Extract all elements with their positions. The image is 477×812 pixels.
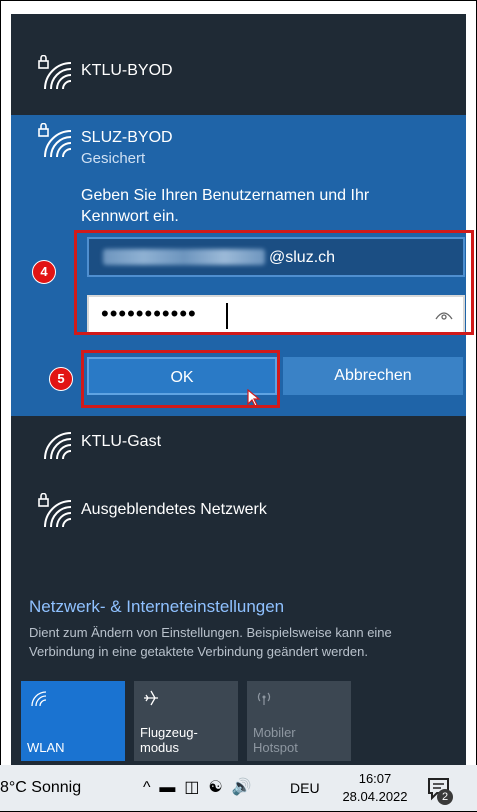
credentials-prompt: Geben Sie Ihren Benutzernamen und Ihr Ke…	[81, 187, 370, 225]
annotation-badge: 5	[49, 367, 73, 391]
hotspot-icon	[257, 692, 271, 705]
devices-icon[interactable]: ◫	[184, 779, 199, 796]
taskbar: 8°C Sonnig ^ ▬ ◫ ☯ 🔊 DEU 16:07 28.04.202…	[0, 765, 477, 811]
system-tray: ^ ▬ ◫ ☯ 🔊	[143, 777, 251, 797]
clock-date: 28.04.2022	[342, 789, 408, 804]
weather-widget[interactable]: 8°C Sonnig	[0, 779, 81, 797]
network-settings-description: Dient zum Ändern von Einstellungen. Beis…	[29, 625, 392, 659]
network-name: KTLU-Gast	[81, 433, 162, 450]
mobile-hotspot-toggle[interactable]: Mobiler Hotspot	[247, 681, 351, 761]
tile-label: Flugzeug- modus	[140, 725, 198, 755]
battery-icon[interactable]: ▬	[159, 779, 175, 796]
tile-label-line2: modus	[140, 740, 180, 755]
network-status: Gesichert	[81, 150, 146, 167]
network-name: SLUZ-BYOD	[81, 129, 173, 146]
wifi-icon	[31, 691, 47, 707]
wlan-toggle[interactable]: WLAN	[21, 681, 125, 761]
tile-label: Mobiler Hotspot	[253, 725, 298, 755]
network-globe-icon[interactable]: ☯	[208, 779, 222, 796]
network-name: Ausgeblendetes Netzwerk	[81, 501, 267, 518]
network-item-ktlu-byod[interactable]: KTLU-BYOD	[11, 42, 466, 102]
highlight-credentials	[74, 230, 474, 335]
wifi-icon	[44, 432, 72, 460]
clock-time: 16:07	[358, 771, 392, 786]
airplane-icon	[144, 690, 158, 706]
tile-label-line1: Flugzeug-	[140, 725, 198, 740]
wifi-secured-icon	[38, 123, 72, 158]
window-frame: KTLU-BYOD SLUZ-BYOD Gesichert Geben Sie …	[0, 0, 477, 812]
language-indicator[interactable]: DEU	[290, 780, 320, 796]
cancel-button[interactable]: Abbrechen	[283, 357, 463, 395]
wifi-secured-icon	[38, 493, 72, 528]
clock[interactable]: 16:07 28.04.2022	[336, 770, 414, 806]
notification-count-badge: 2	[437, 789, 453, 805]
tile-label-line1: Mobiler	[253, 725, 296, 740]
network-settings-link[interactable]: Netzwerk- & Interneteinstellungen	[29, 597, 284, 617]
annotation-badge: 4	[32, 260, 56, 284]
wifi-secured-icon	[38, 55, 72, 90]
airplane-mode-toggle[interactable]: Flugzeug- modus	[134, 681, 238, 761]
network-name: KTLU-BYOD	[81, 62, 173, 79]
network-item-ktlu-gast[interactable]: KTLU-Gast	[11, 413, 466, 473]
quick-actions: WLAN Flugzeug- modus Mobiler Hotspot	[21, 681, 461, 761]
volume-icon[interactable]: 🔊	[232, 779, 252, 796]
tile-label: WLAN	[27, 740, 65, 755]
network-item-hidden[interactable]: Ausgeblendetes Netzwerk	[11, 481, 466, 541]
chevron-up-icon[interactable]: ^	[143, 779, 151, 796]
highlight-ok	[81, 350, 280, 408]
tile-label-line2: Hotspot	[253, 740, 298, 755]
